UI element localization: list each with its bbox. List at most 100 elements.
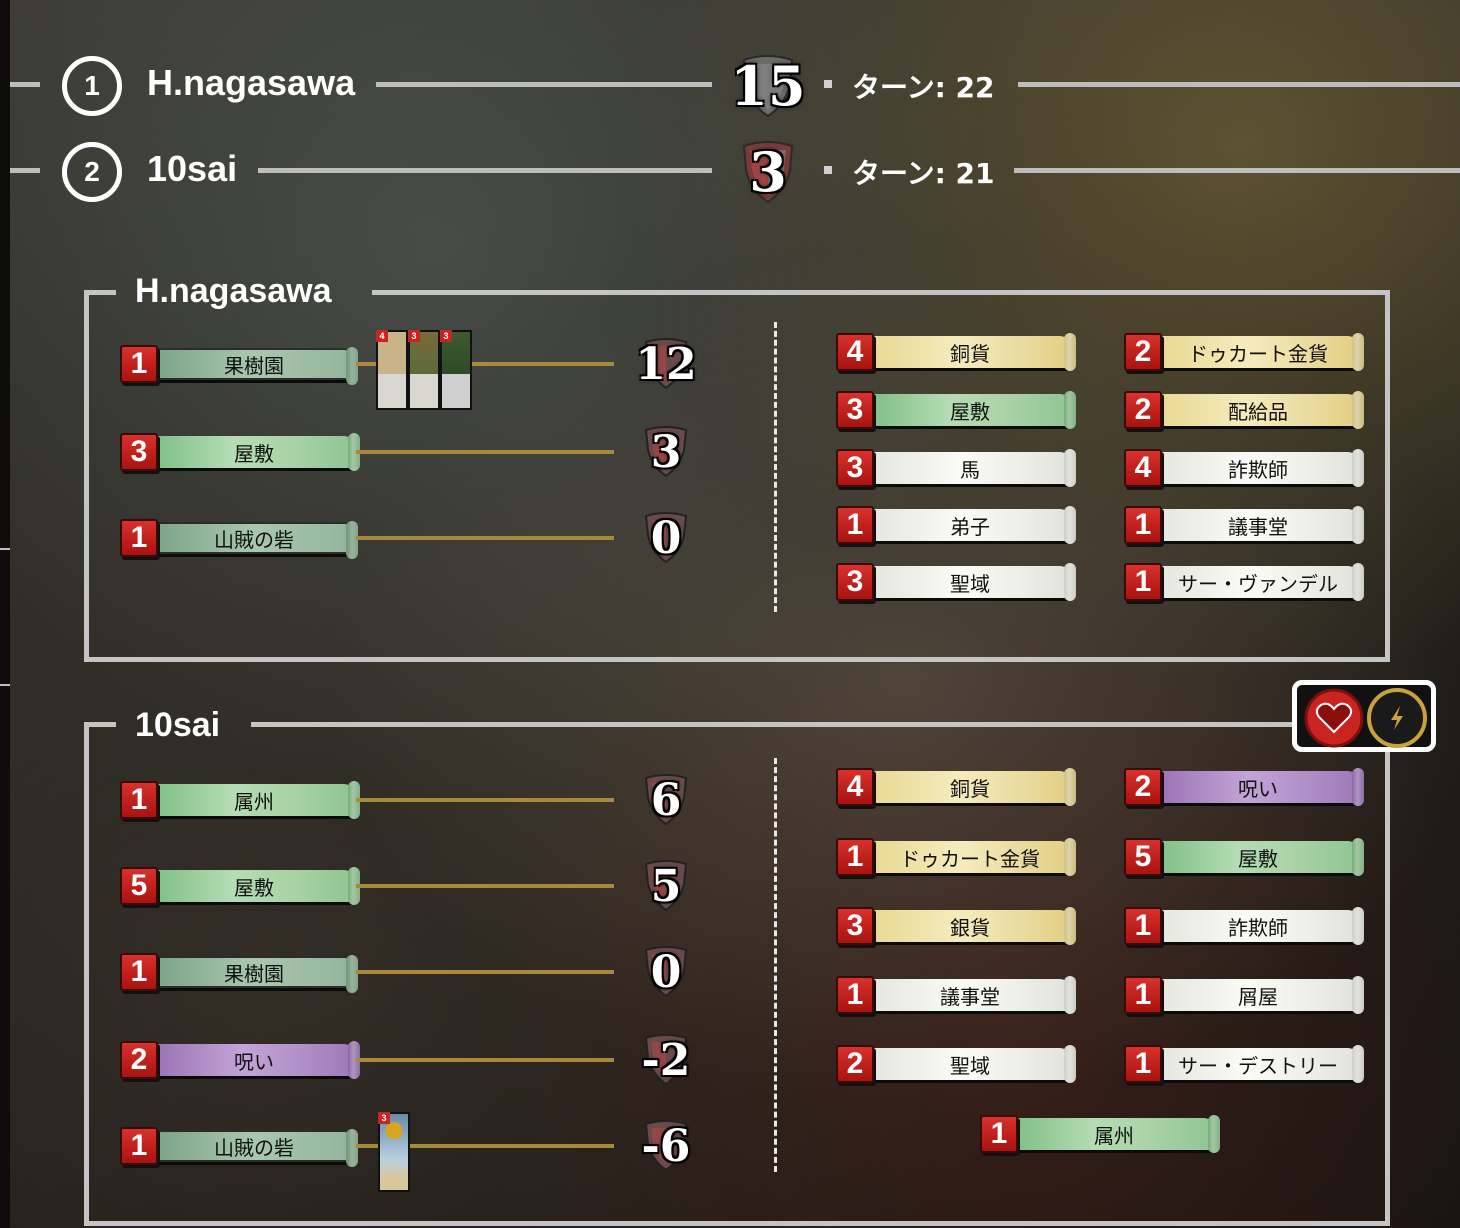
card-name: ドゥカート金貨 <box>870 841 1070 873</box>
vp-shield: 3 <box>734 136 802 208</box>
card-name: 山賊の砦 <box>154 522 354 554</box>
rank-line <box>10 82 40 87</box>
card-name: サー・ヴァンデル <box>1158 566 1358 598</box>
card-scroll[interactable]: 1 果樹園 <box>120 952 354 991</box>
card-count: 1 <box>120 1127 158 1165</box>
card-scroll[interactable]: 1 属州 <box>120 780 354 819</box>
edge-tick <box>0 548 10 550</box>
card-scroll[interactable]: 3 屋敷 <box>836 390 1070 429</box>
card-scroll[interactable]: 1 果樹園 <box>120 344 354 383</box>
card-name: 属州 <box>1014 1118 1214 1150</box>
card-name: 弟子 <box>870 509 1070 541</box>
card-thumbnail[interactable]: 3 <box>408 330 440 410</box>
rank-line <box>376 82 712 87</box>
card-name: 馬 <box>870 452 1070 484</box>
card-cost: 3 <box>440 330 452 342</box>
vp-value: 12 <box>635 338 697 390</box>
vp-shield: 6 <box>636 768 696 832</box>
vp-total: 3 <box>749 140 787 204</box>
panel-frame <box>251 722 1301 727</box>
card-name: 屋敷 <box>154 436 354 468</box>
card-thumbnails[interactable]: 3 <box>378 1112 410 1192</box>
vp-shield: 0 <box>636 940 696 1004</box>
rank-dot <box>824 80 832 88</box>
card-name: 呪い <box>154 1044 354 1076</box>
card-scroll[interactable]: 1 弟子 <box>836 505 1070 544</box>
card-scroll[interactable]: 2 呪い <box>120 1040 354 1079</box>
card-scroll[interactable]: 1 属州 <box>980 1114 1214 1153</box>
player-name: H.nagasawa <box>147 62 356 103</box>
card-name: 山賊の砦 <box>154 1130 354 1162</box>
card-scroll[interactable]: 4 銅貨 <box>836 332 1070 371</box>
card-count: 1 <box>120 781 158 819</box>
card-scroll[interactable]: 1 詐欺師 <box>1124 906 1358 945</box>
card-scroll[interactable]: 1 ドゥカート金貨 <box>836 837 1070 876</box>
rank-dot <box>824 166 832 174</box>
card-thumbnails[interactable]: 4 3 3 <box>376 330 472 410</box>
card-count: 5 <box>120 867 158 905</box>
card-scroll[interactable]: 5 屋敷 <box>120 866 354 905</box>
card-scroll[interactable]: 3馬 <box>836 448 1070 487</box>
vp-value: 3 <box>650 426 682 478</box>
card-count: 4 <box>1124 449 1162 487</box>
vp-shield: -2 <box>636 1028 696 1092</box>
card-count: 2 <box>120 1041 158 1079</box>
rank-line <box>1014 168 1460 173</box>
card-count: 3 <box>836 563 874 601</box>
card-cost: 3 <box>378 1112 390 1124</box>
vp-value: -2 <box>641 1034 691 1086</box>
card-scroll[interactable]: 2 配給品 <box>1124 390 1358 429</box>
card-scroll[interactable]: 1 サー・ヴァンデル <box>1124 562 1358 601</box>
vp-connector <box>356 536 614 540</box>
card-name: 銀貨 <box>870 910 1070 942</box>
vp-value: 6 <box>650 774 682 826</box>
card-scroll[interactable]: 3 聖域 <box>836 562 1070 601</box>
card-thumbnail[interactable]: 3 <box>440 330 472 410</box>
card-scroll[interactable]: 1 山賊の砦 <box>120 518 354 557</box>
rank-line <box>258 168 712 173</box>
card-thumbnail[interactable]: 4 <box>376 330 408 410</box>
card-name: 果樹園 <box>154 956 354 988</box>
card-name: 属州 <box>154 784 354 816</box>
vp-total: 15 <box>730 54 806 118</box>
ranking-row: 2 10sai 3 ターン: 21 <box>0 136 1460 206</box>
card-scroll[interactable]: 1 議事堂 <box>1124 505 1358 544</box>
card-name: 聖域 <box>870 566 1070 598</box>
card-scroll[interactable]: 2 呪い <box>1124 767 1358 806</box>
edge-tick <box>0 684 10 686</box>
reaction-icons <box>1292 680 1436 752</box>
card-scroll[interactable]: 3 屋敷 <box>120 432 354 471</box>
card-count: 1 <box>120 953 158 991</box>
rank-badge: 1 <box>62 56 122 116</box>
card-name: 銅貨 <box>870 771 1070 803</box>
divider <box>774 322 777 612</box>
card-name: ドゥカート金貨 <box>1158 336 1358 368</box>
card-scroll[interactable]: 4 詐欺師 <box>1124 448 1358 487</box>
card-name: 配給品 <box>1158 394 1358 426</box>
card-scroll[interactable]: 5 屋敷 <box>1124 837 1358 876</box>
card-name: 呪い <box>1158 771 1358 803</box>
card-thumbnail[interactable]: 3 <box>378 1112 410 1192</box>
rank-line <box>1018 82 1460 87</box>
card-name: 屋敷 <box>154 870 354 902</box>
card-name: 詐欺師 <box>1158 452 1358 484</box>
card-count: 1 <box>1124 907 1162 945</box>
card-scroll[interactable]: 4 銅貨 <box>836 767 1070 806</box>
card-count: 1 <box>120 345 158 383</box>
card-count: 1 <box>980 1115 1018 1153</box>
card-count: 1 <box>120 519 158 557</box>
vp-shield: 5 <box>636 854 696 918</box>
icon-svg <box>1304 688 1427 748</box>
player-name: 10sai <box>147 148 238 189</box>
card-scroll[interactable]: 1 サー・デストリー <box>1124 1044 1358 1083</box>
vp-connector <box>356 798 614 802</box>
card-scroll[interactable]: 1 山賊の砦 <box>120 1126 354 1165</box>
card-scroll[interactable]: 1 議事堂 <box>836 975 1070 1014</box>
card-scroll[interactable]: 1 屑屋 <box>1124 975 1358 1014</box>
card-scroll[interactable]: 2 ドゥカート金貨 <box>1124 332 1358 371</box>
card-scroll[interactable]: 3 銀貨 <box>836 906 1070 945</box>
card-name: 屑屋 <box>1158 979 1358 1011</box>
card-count: 2 <box>1124 333 1162 371</box>
card-scroll[interactable]: 2 聖域 <box>836 1044 1070 1083</box>
vp-shield: 0 <box>636 506 696 570</box>
